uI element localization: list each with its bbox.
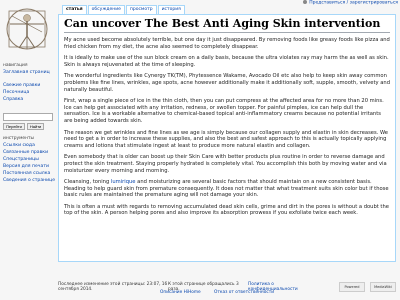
go-button[interactable]: Перейти: [3, 123, 25, 130]
page-tabs: статья обсуждение просмотр история: [62, 5, 185, 14]
login-link[interactable]: Представиться / зарегистрироваться: [309, 1, 398, 6]
search-input[interactable]: [3, 113, 53, 121]
navigation-heading: навигация: [3, 63, 28, 68]
vitruvian-man-icon: [6, 8, 48, 50]
search-box: Перейти Найти: [3, 113, 55, 130]
paragraph-8: This is often a must with regards to rem…: [64, 203, 389, 217]
sidebar-item-related-changes[interactable]: Связанные правки: [3, 149, 58, 156]
sidebar-item-printable[interactable]: Версия для печати: [3, 163, 58, 170]
powered-label: Powered: [344, 285, 360, 289]
disclaimer-link[interactable]: Отказ от ответственности: [214, 290, 274, 295]
user-icon: [302, 0, 307, 4]
nav-extra-list: Свежие правки Песочница Справка: [0, 82, 58, 103]
tab-discussion[interactable]: обсуждение: [87, 5, 125, 14]
navigation-list: Заглавная страниц: [0, 69, 58, 76]
paragraph-7: Cleansing, toning lumirique and moisturi…: [64, 179, 390, 199]
tools-list: Ссылки сюда Связанные правки Спецстраниц…: [0, 142, 58, 184]
sidebar-item-page-info[interactable]: Сведения о странице: [3, 177, 58, 184]
paragraph-5: The reason we get wrinkles and fine line…: [64, 129, 388, 149]
tab-article[interactable]: статья: [62, 5, 87, 14]
paragraph-1: My acne used become absolutely terrible,…: [64, 37, 390, 50]
sidebar-item-permalink[interactable]: Постоянная ссылка: [3, 170, 58, 177]
tab-history[interactable]: история: [157, 5, 185, 14]
paragraph-3: The wonderful ingredients like Cynergy T…: [64, 73, 390, 93]
sidebar-item-main-page[interactable]: Заглавная страниц: [3, 69, 58, 76]
paragraph-2: It is ideally to make use of the sun blo…: [64, 55, 389, 68]
site-logo[interactable]: [2, 4, 52, 54]
page-title: Can uncover The Best Anti Aging Skin int…: [64, 17, 390, 33]
sidebar-item-help[interactable]: Справка: [3, 96, 58, 103]
footer: Последнее изменение этой страницы: 23:07…: [58, 282, 400, 295]
sidebar-item-sandbox[interactable]: Песочница: [3, 89, 58, 96]
tools-heading: инструменты: [3, 136, 34, 141]
search-button[interactable]: Найти: [26, 123, 45, 130]
powered-by-badge[interactable]: Powered: [339, 282, 365, 292]
sidebar-item-recent-changes[interactable]: Свежие правки: [3, 82, 58, 89]
mediawiki-label: MediaWiki: [374, 285, 392, 289]
lumirique-link[interactable]: lumirique: [111, 179, 136, 185]
paragraph-4: First, wrap a single piece of ice in the…: [64, 98, 384, 124]
search-buttons: Перейти Найти: [3, 123, 55, 130]
tab-view[interactable]: просмотр: [125, 5, 157, 14]
sidebar-item-special-pages[interactable]: Спецстраницы: [3, 156, 58, 163]
about-link[interactable]: Описание НiHome: [160, 290, 201, 295]
main-content: Can uncover The Best Anti Aging Skin int…: [58, 14, 396, 262]
paragraph-6: Even somebody that is older can boost up…: [64, 154, 387, 174]
sidebar: навигация Заглавная страниц Свежие правк…: [0, 60, 58, 184]
paragraph-7-text: Cleansing, toning lumirique and moisturi…: [64, 179, 389, 199]
sidebar-item-what-links-here[interactable]: Ссылки сюда: [3, 142, 58, 149]
last-modified: Последнее изменение этой страницы: 23:07…: [58, 282, 168, 292]
mediawiki-badge[interactable]: MediaWiki: [370, 282, 396, 292]
personal-tools: Представиться / зарегистрироваться: [302, 0, 398, 6]
